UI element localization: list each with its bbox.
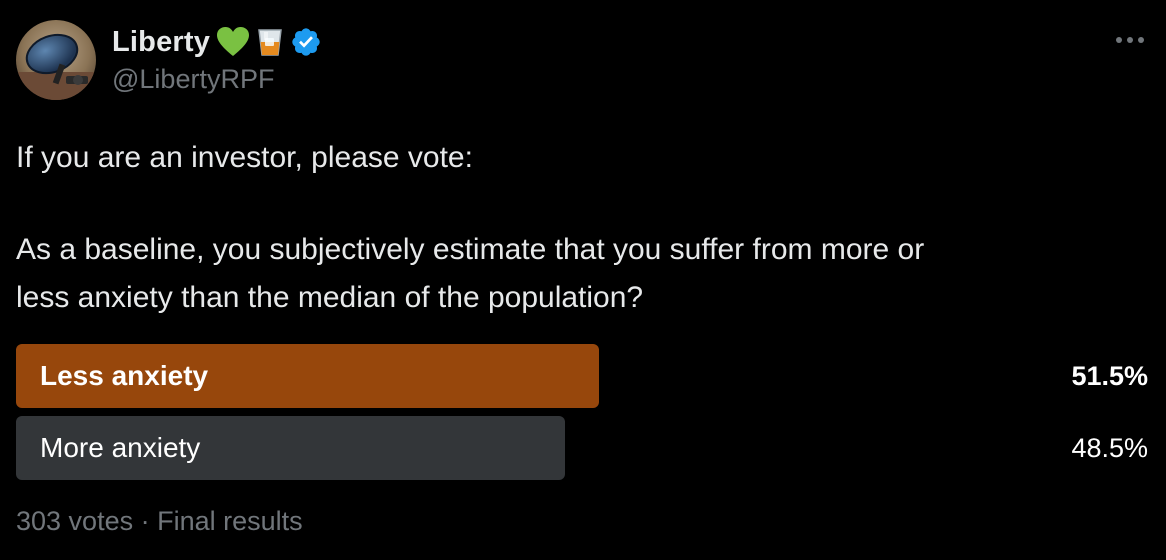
avatar-image xyxy=(16,20,96,100)
poll-status: Final results xyxy=(157,506,303,536)
poll-option-less-anxiety[interactable]: Less anxiety 51.5% xyxy=(16,344,1148,408)
poll-option-percent: 51.5% xyxy=(1071,361,1148,391)
author-name-row[interactable]: Liberty xyxy=(112,22,322,62)
poll-vote-count: 303 votes xyxy=(16,506,134,536)
display-name[interactable]: Liberty xyxy=(112,26,210,59)
poll-option-label: Less anxiety xyxy=(40,360,209,391)
author-handle[interactable]: @LibertyRPF xyxy=(112,64,274,95)
poll-option-percent: 48.5% xyxy=(1071,433,1148,463)
tweet-text-line: less anxiety than the median of the popu… xyxy=(16,281,644,314)
green-heart-icon xyxy=(216,26,250,58)
footer-separator: · xyxy=(140,506,150,536)
tweet-text-line: If you are an investor, please vote: xyxy=(16,141,473,174)
more-options-icon[interactable] xyxy=(1114,24,1146,56)
poll-footer: 303 votes · Final results xyxy=(16,506,303,537)
whisky-glass-icon xyxy=(256,26,284,58)
tweet-text-line: As a baseline, you subjectively estimate… xyxy=(16,233,925,266)
tweet: Liberty @LibertyRPF If you are an invest… xyxy=(0,0,1166,560)
verified-badge-icon xyxy=(290,26,322,58)
poll-option-label: More anxiety xyxy=(40,432,201,463)
poll-option-more-anxiety[interactable]: More anxiety 48.5% xyxy=(16,416,1148,480)
avatar[interactable] xyxy=(16,20,96,100)
